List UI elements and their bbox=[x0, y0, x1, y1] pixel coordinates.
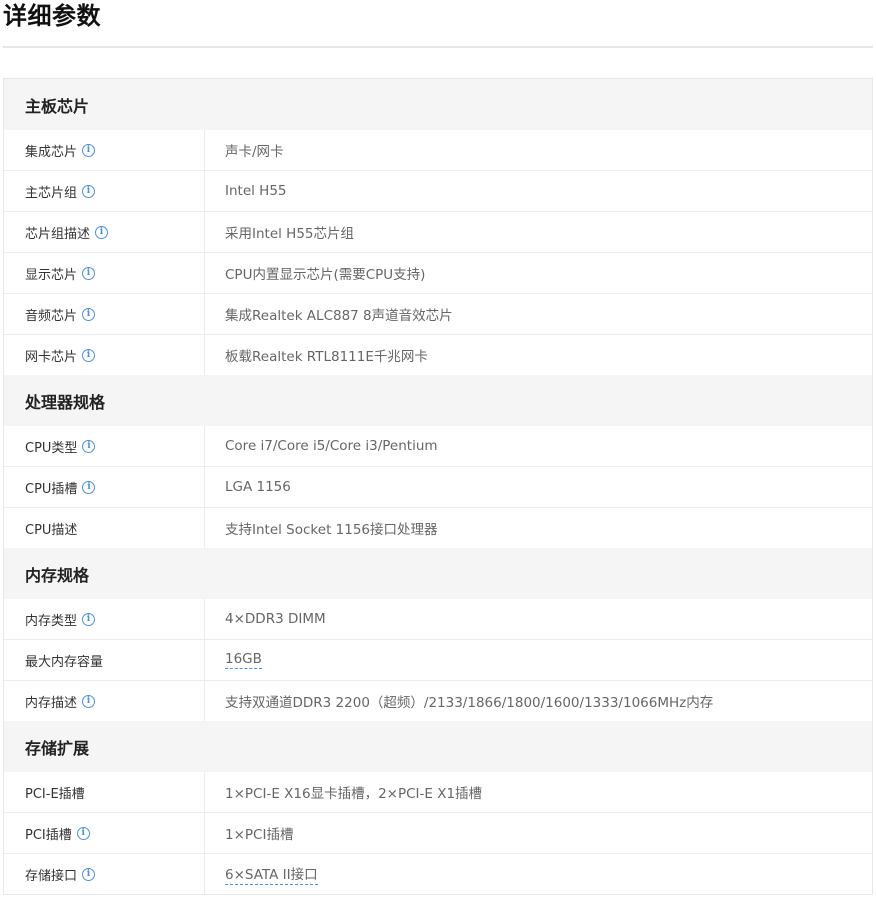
spec-value-cell: 16GB bbox=[205, 640, 872, 680]
spec-value-cell: Intel H55 bbox=[205, 171, 872, 211]
spec-name-label: PCI-E插槽 bbox=[25, 786, 85, 802]
info-icon[interactable]: i bbox=[82, 480, 96, 494]
spec-value-cell: Core i7/Core i5/Core i3/Pentium bbox=[205, 426, 872, 466]
spec-name-cell: CPU描述 bbox=[4, 508, 205, 548]
spec-name-label: 内存类型 bbox=[25, 613, 78, 629]
spec-value-cell: 板载Realtek RTL8111E千兆网卡 bbox=[205, 335, 872, 375]
spec-row: CPU描述 支持Intel Socket 1156接口处理器 bbox=[4, 507, 872, 548]
spec-value-cell: 6×SATA II接口 bbox=[205, 854, 872, 894]
info-icon[interactable]: i bbox=[95, 225, 109, 239]
spec-name-cell: 显示芯片 i bbox=[4, 253, 205, 293]
spec-name-label: 主芯片组 bbox=[25, 185, 78, 201]
spec-row: 存储接口 i 6×SATA II接口 bbox=[4, 853, 872, 894]
spec-value-text: 支持双通道DDR3 2200（超频）/2133/1866/1800/1600/1… bbox=[225, 695, 714, 711]
info-icon[interactable]: i bbox=[82, 184, 96, 198]
title-divider bbox=[3, 46, 873, 48]
spec-row: CPU类型 i Core i7/Core i5/Core i3/Pentium bbox=[4, 426, 872, 466]
spec-value-text: LGA 1156 bbox=[225, 479, 291, 495]
spec-name-label: CPU插槽 bbox=[25, 481, 78, 497]
spec-value-cell: 支持双通道DDR3 2200（超频）/2133/1866/1800/1600/1… bbox=[205, 681, 872, 721]
spec-name-cell: 集成芯片 i bbox=[4, 130, 205, 170]
spec-name-label: 内存描述 bbox=[25, 695, 78, 711]
spec-value-text: 1×PCI插槽 bbox=[225, 827, 294, 843]
info-icon[interactable]: i bbox=[82, 348, 96, 362]
spec-value-text: 采用Intel H55芯片组 bbox=[225, 226, 355, 242]
spec-row: 集成芯片 i 声卡/网卡 bbox=[4, 130, 872, 170]
spec-value-link[interactable]: 6×SATA II接口 bbox=[225, 863, 318, 885]
section-header: 存储扩展 bbox=[4, 721, 872, 772]
spec-value-link[interactable]: 16GB bbox=[225, 651, 262, 669]
spec-name-label: 最大内存容量 bbox=[25, 654, 104, 670]
spec-name-cell: 芯片组描述 i bbox=[4, 212, 205, 252]
spec-name-label: PCI插槽 bbox=[25, 827, 72, 843]
spec-value-cell: 声卡/网卡 bbox=[205, 130, 872, 170]
info-icon[interactable]: i bbox=[82, 694, 96, 708]
spec-name-cell: PCI-E插槽 bbox=[4, 772, 205, 812]
spec-row: 网卡芯片 i 板载Realtek RTL8111E千兆网卡 bbox=[4, 334, 872, 375]
spec-value-cell: 4×DDR3 DIMM bbox=[205, 599, 872, 639]
section-header: 处理器规格 bbox=[4, 375, 872, 426]
spec-row: 主芯片组 i Intel H55 bbox=[4, 170, 872, 211]
spec-name-cell: PCI插槽 i bbox=[4, 813, 205, 853]
spec-row: PCI插槽 i 1×PCI插槽 bbox=[4, 812, 872, 853]
section-header: 内存规格 bbox=[4, 548, 872, 599]
spec-name-cell: CPU插槽 i bbox=[4, 467, 205, 507]
spec-name-cell: 音频芯片 i bbox=[4, 294, 205, 334]
section-header: 主板芯片 bbox=[4, 79, 872, 130]
spec-name-cell: 存储接口 i bbox=[4, 854, 205, 894]
spec-name-label: CPU描述 bbox=[25, 522, 78, 538]
page-title: 详细参数 bbox=[3, 2, 101, 30]
spec-row: 内存类型 i 4×DDR3 DIMM bbox=[4, 599, 872, 639]
spec-value-cell: CPU内置显示芯片(需要CPU支持) bbox=[205, 253, 872, 293]
spec-value-cell: 1×PCI-E X16显卡插槽，2×PCI-E X1插槽 bbox=[205, 772, 872, 812]
spec-value-text: 板载Realtek RTL8111E千兆网卡 bbox=[225, 349, 428, 365]
spec-value-cell: 集成Realtek ALC887 8声道音效芯片 bbox=[205, 294, 872, 334]
spec-name-cell: 网卡芯片 i bbox=[4, 335, 205, 375]
info-icon[interactable]: i bbox=[82, 266, 96, 280]
spec-row: 内存描述 i 支持双通道DDR3 2200（超频）/2133/1866/1800/1… bbox=[4, 680, 872, 721]
spec-value-text: CPU内置显示芯片(需要CPU支持) bbox=[225, 267, 426, 283]
info-icon[interactable]: i bbox=[82, 307, 96, 321]
spec-value-cell: LGA 1156 bbox=[205, 467, 872, 507]
spec-name-label: 音频芯片 bbox=[25, 308, 78, 324]
spec-name-label: 集成芯片 bbox=[25, 144, 78, 160]
spec-value-text: 1×PCI-E X16显卡插槽，2×PCI-E X1插槽 bbox=[225, 786, 483, 802]
spec-row: 显示芯片 i CPU内置显示芯片(需要CPU支持) bbox=[4, 252, 872, 293]
spec-name-label: 芯片组描述 bbox=[25, 226, 91, 242]
spec-value-text: 声卡/网卡 bbox=[225, 144, 284, 160]
spec-value-cell: 1×PCI插槽 bbox=[205, 813, 872, 853]
info-icon[interactable]: i bbox=[82, 143, 96, 157]
spec-table: 主板芯片集成芯片 i 声卡/网卡主芯片组 i Intel H55 芯片组描述 i 采用Inte… bbox=[3, 78, 873, 895]
spec-name-label: 显示芯片 bbox=[25, 267, 78, 283]
spec-row: 最大内存容量 16GB bbox=[4, 639, 872, 680]
spec-row: 芯片组描述 i 采用Intel H55芯片组 bbox=[4, 211, 872, 252]
spec-row: PCI-E插槽 1×PCI-E X16显卡插槽，2×PCI-E X1插槽 bbox=[4, 772, 872, 812]
spec-name-label: 存储接口 bbox=[25, 868, 78, 884]
spec-row: CPU插槽 i LGA 1156 bbox=[4, 466, 872, 507]
spec-row: 音频芯片 i 集成Realtek ALC887 8声道音效芯片 bbox=[4, 293, 872, 334]
info-icon[interactable]: i bbox=[82, 867, 96, 881]
info-icon[interactable]: i bbox=[76, 826, 90, 840]
spec-name-cell: 最大内存容量 bbox=[4, 640, 205, 680]
spec-name-cell: 内存类型 i bbox=[4, 599, 205, 639]
spec-value-text: 4×DDR3 DIMM bbox=[225, 611, 326, 627]
spec-value-cell: 采用Intel H55芯片组 bbox=[205, 212, 872, 252]
info-icon[interactable]: i bbox=[82, 612, 96, 626]
spec-name-label: CPU类型 bbox=[25, 440, 78, 456]
spec-value-text: Core i7/Core i5/Core i3/Pentium bbox=[225, 438, 438, 454]
spec-value-text: 集成Realtek ALC887 8声道音效芯片 bbox=[225, 308, 453, 324]
spec-name-cell: CPU类型 i bbox=[4, 426, 205, 466]
info-icon[interactable]: i bbox=[82, 439, 96, 453]
spec-value-text: 支持Intel Socket 1156接口处理器 bbox=[225, 522, 438, 538]
spec-name-cell: 主芯片组 i bbox=[4, 171, 205, 211]
spec-name-label: 网卡芯片 bbox=[25, 349, 78, 365]
spec-value-text: Intel H55 bbox=[225, 183, 287, 199]
spec-value-cell: 支持Intel Socket 1156接口处理器 bbox=[205, 508, 872, 548]
spec-name-cell: 内存描述 i bbox=[4, 681, 205, 721]
